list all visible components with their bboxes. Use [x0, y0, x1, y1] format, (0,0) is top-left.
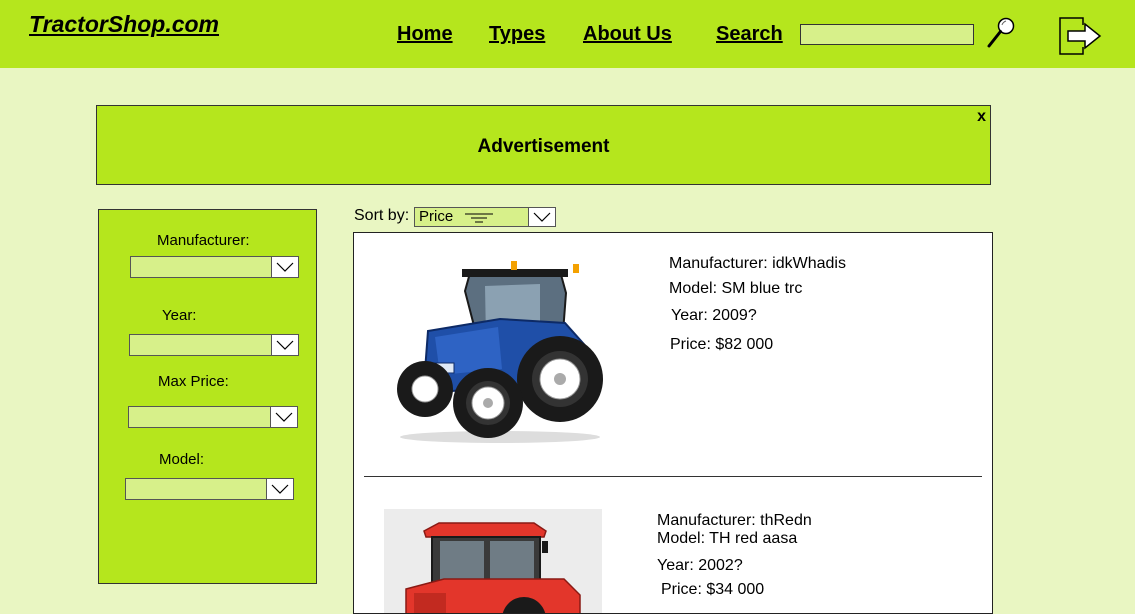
- sort-label: Sort by:: [354, 207, 410, 224]
- search-icon[interactable]: [986, 16, 1018, 50]
- advertisement-label: Advertisement: [477, 136, 610, 157]
- nav-about-link[interactable]: About Us: [583, 23, 672, 46]
- model-select[interactable]: [125, 478, 294, 500]
- product-list: Manufacturer: idkWhadis Model: SM blue t…: [353, 232, 993, 614]
- ad-close-button[interactable]: x: [977, 108, 986, 126]
- sort-select[interactable]: Price: [414, 207, 556, 227]
- product-manufacturer: Manufacturer: idkWhadis: [669, 255, 846, 272]
- manufacturer-select[interactable]: [130, 256, 299, 278]
- chevron-down-icon[interactable]: [266, 479, 293, 499]
- top-bar: TractorShop.com Home Types About Us Sear…: [0, 0, 1135, 68]
- chevron-down-icon[interactable]: [270, 407, 297, 427]
- red-tractor-image[interactable]: [384, 509, 602, 614]
- nav-home-link[interactable]: Home: [397, 23, 453, 46]
- max-price-select[interactable]: [128, 406, 298, 428]
- search-input[interactable]: [800, 24, 974, 45]
- year-select[interactable]: [129, 334, 299, 356]
- chevron-down-icon[interactable]: [271, 335, 298, 355]
- nav-types-link[interactable]: Types: [489, 23, 545, 46]
- sort-lines-icon: [465, 213, 493, 223]
- year-filter-label: Year:: [162, 307, 197, 324]
- model-filter-label: Model:: [159, 451, 205, 468]
- product-manufacturer: Manufacturer: thRedn: [657, 512, 812, 529]
- chevron-down-icon[interactable]: [528, 208, 555, 226]
- advertisement-banner[interactable]: Advertisement x: [96, 105, 991, 185]
- site-logo[interactable]: TractorShop.com: [29, 11, 219, 38]
- nav-search-label[interactable]: Search: [716, 23, 783, 46]
- list-divider: [364, 476, 982, 477]
- product-year: Year: 2002?: [657, 557, 743, 574]
- product-price: Price: $34 000: [661, 581, 765, 598]
- product-year: Year: 2009?: [671, 307, 757, 324]
- product-model: Model: SM blue trc: [669, 280, 803, 297]
- exit-icon[interactable]: [1057, 16, 1103, 56]
- filter-panel: Manufacturer: Year: Max Price: Model:: [98, 209, 317, 584]
- blue-tractor-image[interactable]: [390, 251, 616, 447]
- product-price: Price: $82 000: [670, 336, 774, 353]
- max-price-filter-label: Max Price:: [158, 373, 229, 390]
- chevron-down-icon[interactable]: [271, 257, 298, 277]
- manufacturer-filter-label: Manufacturer:: [157, 232, 250, 249]
- product-model: Model: TH red aasa: [657, 530, 798, 547]
- sort-select-value: Price: [419, 208, 454, 225]
